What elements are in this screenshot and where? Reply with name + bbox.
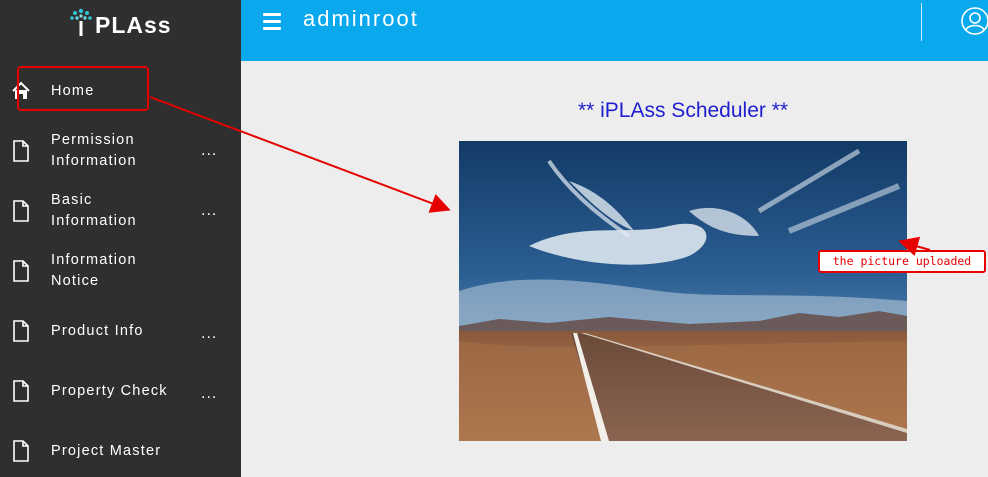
annotation-arrows — [149, 96, 931, 257]
